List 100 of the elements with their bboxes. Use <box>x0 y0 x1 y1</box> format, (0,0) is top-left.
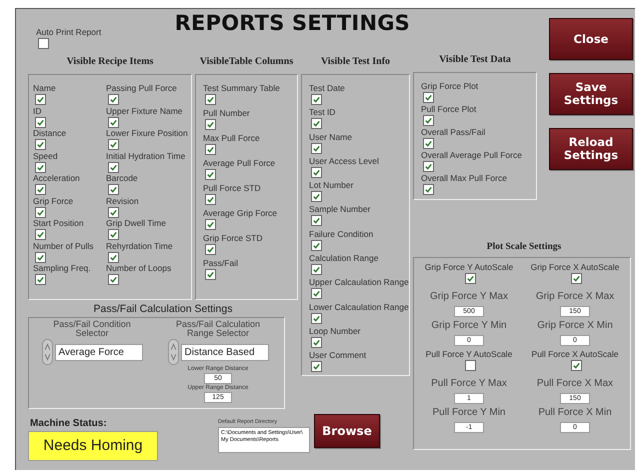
checkbox[interactable] <box>205 194 216 205</box>
checkbox-label: Pull Force STD <box>203 183 261 193</box>
checkbox-label: Pull Force X AutoScale <box>532 349 618 359</box>
checkbox[interactable] <box>205 169 216 180</box>
checkbox-label: Test ID <box>309 107 336 118</box>
checkbox-label: Lower Fixure Position <box>106 128 188 138</box>
checkbox-label: Start Position <box>33 218 84 228</box>
checkbox-label: ID <box>33 106 42 116</box>
checkbox[interactable] <box>311 118 322 130</box>
checkbox[interactable] <box>311 215 322 226</box>
checkbox-label: Speed <box>33 150 58 160</box>
checkbox-label: Acceleration <box>33 173 80 183</box>
checkbox[interactable] <box>423 92 434 103</box>
checkbox[interactable] <box>35 162 46 172</box>
selector-field[interactable]: Average Force <box>54 344 142 360</box>
checkbox[interactable] <box>205 269 216 280</box>
field-label: Grip Force Y Min <box>431 320 507 332</box>
checkbox[interactable] <box>35 252 46 262</box>
checkbox-label: Barcode <box>106 173 138 183</box>
checkbox[interactable] <box>311 240 322 251</box>
checkbox-label: Pull Force Plot <box>421 104 476 114</box>
checkbox-label: Upper Fixture Name <box>106 106 183 116</box>
status-label: Machine Status: <box>29 418 108 429</box>
checkbox[interactable] <box>464 273 476 284</box>
checkbox[interactable] <box>311 191 322 202</box>
checkbox[interactable] <box>108 274 119 285</box>
checkbox-label: User Access Level <box>309 156 379 166</box>
checkbox-label: Revision <box>106 196 139 206</box>
checkbox[interactable] <box>205 94 216 105</box>
checkbox[interactable] <box>311 94 322 105</box>
checkbox[interactable] <box>311 312 322 324</box>
checkbox[interactable] <box>423 115 434 126</box>
field-label: Grip Force Y Max <box>430 291 508 303</box>
checkbox[interactable] <box>35 274 46 285</box>
checkbox[interactable] <box>35 229 46 240</box>
browse-button[interactable]: Browse <box>314 414 380 448</box>
checkbox[interactable] <box>423 184 434 195</box>
checkbox-label: Overall Max Pull Force <box>421 173 507 183</box>
checkbox[interactable] <box>205 119 216 130</box>
checkbox[interactable] <box>108 252 119 262</box>
checkbox[interactable] <box>35 206 46 218</box>
checkbox[interactable] <box>35 184 46 195</box>
checkbox[interactable] <box>35 94 46 105</box>
checkbox[interactable] <box>205 219 216 230</box>
field-label: Pull Force Y Max <box>431 378 507 390</box>
checkbox[interactable] <box>205 244 216 255</box>
checkbox-label: Pull Force Y AutoScale <box>426 349 512 359</box>
checkbox-label: Test Date <box>309 83 345 93</box>
action-button[interactable]: Save Settings <box>549 73 633 115</box>
selector-label: Pass/Fail Condition Selector <box>52 320 132 338</box>
checkbox[interactable] <box>311 142 322 154</box>
action-button[interactable]: Reload Settings <box>549 128 633 170</box>
checkbox[interactable] <box>108 162 119 172</box>
checkbox-label: Average Grip Force <box>203 208 278 218</box>
checkbox-label: Test Summary Table <box>203 83 280 93</box>
checkbox[interactable] <box>464 360 476 371</box>
checkbox-label: Lower Calcaulation Range <box>309 302 409 312</box>
checkbox[interactable] <box>35 116 46 128</box>
checkbox[interactable] <box>570 273 582 284</box>
spinner-icon[interactable] <box>42 339 52 365</box>
checkbox[interactable] <box>108 94 119 105</box>
checkbox-label: Lot Number <box>309 180 354 190</box>
checkbox[interactable] <box>108 184 119 195</box>
spinner-icon[interactable] <box>168 339 178 365</box>
checkbox[interactable] <box>38 38 49 49</box>
section-heading: Pass/Fail Calculation Settings <box>92 302 234 317</box>
section-heading: Plot Scale Settings <box>486 241 562 254</box>
checkbox-label: Sampling Freq. <box>33 263 91 273</box>
checkbox-label: Sample Number <box>309 204 370 214</box>
field-label: Pull Force Y Min <box>432 407 506 419</box>
checkbox[interactable] <box>35 139 46 150</box>
checkbox[interactable] <box>570 360 582 371</box>
checkbox-label: Grip Force X AutoScale <box>530 262 620 272</box>
checkbox[interactable] <box>311 166 322 178</box>
checkbox[interactable] <box>311 288 322 300</box>
checkbox[interactable] <box>108 206 119 218</box>
checkbox-label: Grip Dwell Time <box>106 218 166 228</box>
checkbox-label: Distance <box>33 128 66 138</box>
checkbox-label: Number of Loops <box>106 263 172 273</box>
checkbox-label: Pull Number <box>203 108 250 118</box>
checkbox-label: Loop Number <box>309 326 361 336</box>
checkbox-label: User Name <box>309 132 352 142</box>
checkbox[interactable] <box>311 264 322 276</box>
checkbox-label: Max Pull Force <box>203 133 260 143</box>
checkbox-label: Pass/Fail <box>203 258 238 268</box>
section-heading: Visible Test Info <box>320 55 392 69</box>
field-label: Pull Force X Min <box>538 407 612 419</box>
checkbox[interactable] <box>311 336 322 348</box>
checkbox[interactable] <box>311 361 322 372</box>
checkbox[interactable] <box>108 139 119 150</box>
checkbox[interactable] <box>108 229 119 240</box>
selector-field[interactable]: Distance Based <box>180 344 268 360</box>
checkbox-label: Upper Calcaulation Range <box>309 277 409 288</box>
checkbox[interactable] <box>423 138 434 149</box>
checkbox[interactable] <box>205 144 216 155</box>
checkbox[interactable] <box>423 161 434 172</box>
action-button[interactable]: Close <box>549 18 633 60</box>
checkbox[interactable] <box>108 116 119 128</box>
checkbox-label: User Comment <box>309 350 366 360</box>
section-heading: Visible Test Data <box>438 53 512 67</box>
